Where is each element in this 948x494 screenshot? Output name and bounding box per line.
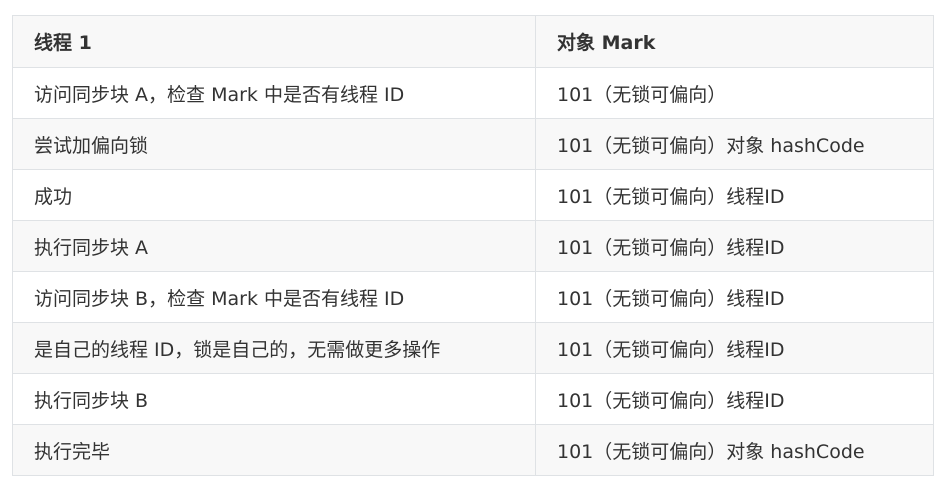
thread-action-cell: 执行完毕 — [12, 424, 536, 476]
bias-lock-table-container: 线程 1 对象 Mark 访问同步块 A，检查 Mark 中是否有线程 ID 1… — [12, 15, 934, 476]
object-mark-cell: 101（无锁可偏向）线程ID — [535, 322, 934, 374]
table-row: 执行同步块 B 101（无锁可偏向）线程ID — [12, 373, 934, 425]
table-row: 是自己的线程 ID，锁是自己的，无需做更多操作 101（无锁可偏向）线程ID — [12, 322, 934, 374]
object-mark-cell: 101（无锁可偏向） — [535, 67, 934, 119]
thread-action-cell: 成功 — [12, 169, 536, 221]
object-mark-cell: 101（无锁可偏向）线程ID — [535, 271, 934, 323]
thread-action-cell: 执行同步块 A — [12, 220, 536, 272]
object-mark-cell: 101（无锁可偏向）对象 hashCode — [535, 118, 934, 170]
object-mark-cell: 101（无锁可偏向）线程ID — [535, 169, 934, 221]
header-object-mark: 对象 Mark — [535, 15, 934, 68]
header-thread-1: 线程 1 — [12, 15, 536, 68]
thread-action-cell: 尝试加偏向锁 — [12, 118, 536, 170]
table-row: 访问同步块 B，检查 Mark 中是否有线程 ID 101（无锁可偏向）线程ID — [12, 271, 934, 323]
object-mark-cell: 101（无锁可偏向）线程ID — [535, 220, 934, 272]
table-row: 成功 101（无锁可偏向）线程ID — [12, 169, 934, 221]
thread-action-cell: 执行同步块 B — [12, 373, 536, 425]
object-mark-cell: 101（无锁可偏向）对象 hashCode — [535, 424, 934, 476]
table-row: 访问同步块 A，检查 Mark 中是否有线程 ID 101（无锁可偏向） — [12, 67, 934, 119]
object-mark-cell: 101（无锁可偏向）线程ID — [535, 373, 934, 425]
table-row: 尝试加偏向锁 101（无锁可偏向）对象 hashCode — [12, 118, 934, 170]
thread-action-cell: 访问同步块 B，检查 Mark 中是否有线程 ID — [12, 271, 536, 323]
thread-action-cell: 是自己的线程 ID，锁是自己的，无需做更多操作 — [12, 322, 536, 374]
table-header-row: 线程 1 对象 Mark — [12, 15, 934, 68]
table-row: 执行同步块 A 101（无锁可偏向）线程ID — [12, 220, 934, 272]
thread-action-cell: 访问同步块 A，检查 Mark 中是否有线程 ID — [12, 67, 536, 119]
table-row: 执行完毕 101（无锁可偏向）对象 hashCode — [12, 424, 934, 476]
bias-lock-table: 线程 1 对象 Mark 访问同步块 A，检查 Mark 中是否有线程 ID 1… — [12, 15, 934, 476]
